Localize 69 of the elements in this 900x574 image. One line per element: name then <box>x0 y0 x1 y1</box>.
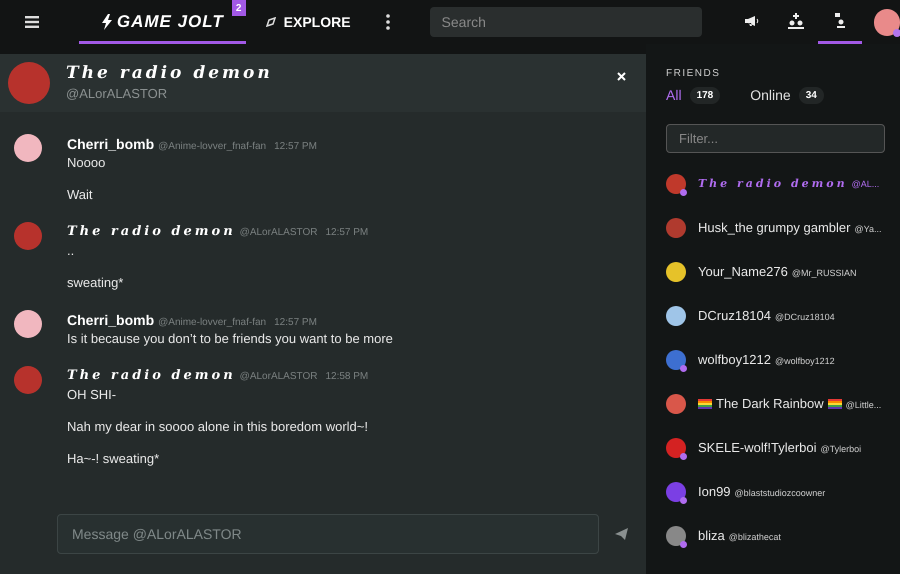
filter-field[interactable]: Filter... <box>666 124 885 153</box>
friend-item[interactable]: bliza @blizathecat <box>666 525 885 547</box>
user-avatar[interactable] <box>874 8 900 36</box>
chat-title: The radio demon <box>66 62 273 84</box>
send-icon[interactable] <box>615 528 628 540</box>
more-icon[interactable] <box>386 14 390 30</box>
author-name: Cherri_bomb <box>67 311 154 330</box>
author-handle: @Anime-lovver_fnaf-fan <box>158 316 266 330</box>
section-heading: FRIENDS <box>666 67 722 81</box>
count-badge: 178 <box>690 87 720 104</box>
message-text: .. <box>67 242 76 260</box>
author-name: The radio demon <box>67 367 236 385</box>
count-badge: 34 <box>798 87 824 104</box>
logo-text: GAME JOLT <box>116 11 224 34</box>
friend-handle: @Ya... <box>854 223 882 236</box>
notification-badge: 2 <box>232 0 246 16</box>
friend-name: Ion99 <box>698 483 731 502</box>
friend-item[interactable]: Ion99 @blaststudiozcoowner <box>666 481 885 503</box>
friend-handle: @blaststudiozcoowner <box>734 487 826 500</box>
friend-item[interactable]: Husk_the grumpy gambler @Ya... <box>666 217 885 239</box>
menu-icon[interactable] <box>25 16 39 28</box>
friend-name: bliza <box>698 527 725 546</box>
message-time: 12:58 PM <box>325 370 368 384</box>
message-text: Ha~-! sweating* <box>67 450 160 468</box>
message-text: sweating* <box>67 274 124 292</box>
friend-handle: @blizathecat <box>728 531 781 544</box>
friend-item[interactable]: DCruz18104 @DCruz18104 <box>666 305 885 327</box>
friend-name: SKELE-wolf!Tylerboi <box>698 439 816 458</box>
author-handle: @ALorALASTOR <box>240 226 318 240</box>
friend-name: Husk_the grumpy gambler <box>698 219 850 238</box>
friend-handle: @wolfboy1212 <box>775 355 835 368</box>
search-field[interactable]: Search <box>430 7 702 37</box>
friend-item[interactable]: The radio demon @AL... <box>666 173 885 195</box>
message-time: 12:57 PM <box>274 140 317 154</box>
friend-handle: @Mr_RUSSIAN <box>792 267 857 280</box>
friend-name: wolfboy1212 <box>698 351 771 370</box>
friend-item[interactable]: Your_Name276 @Mr_RUSSIAN <box>666 261 885 283</box>
author-name: The radio demon <box>67 223 236 241</box>
author-handle: @Anime-lovver_fnaf-fan <box>158 140 266 154</box>
author-name: Cherri_bomb <box>67 135 154 154</box>
message-time: 12:57 PM <box>274 316 317 330</box>
friend-item[interactable]: The Dark Rainbow @Little... <box>666 393 885 415</box>
author-handle: @ALorALASTOR <box>240 370 318 384</box>
friend-handle: @Tylerboi <box>820 443 862 456</box>
avatar <box>8 62 50 104</box>
friend-name: DCruz18104 <box>698 307 771 326</box>
message-text: Noooo <box>67 154 106 172</box>
bolt-icon <box>100 14 113 30</box>
friend-handle: @AL... <box>852 178 880 191</box>
message-text: Nah my dear in soooo alone in this boredom world~! <box>67 418 368 436</box>
friend-name: The Dark Rainbow <box>716 395 824 414</box>
friend-handle: @Little... <box>846 399 882 412</box>
friends-tab[interactable]: Online 34 <box>750 85 824 106</box>
rainbow-flag-icon <box>828 399 842 409</box>
explore-link[interactable]: EXPLORE <box>266 12 351 32</box>
message-text: Wait <box>67 186 94 204</box>
friends-tab[interactable]: All 178 <box>666 85 720 106</box>
friend-item[interactable]: wolfboy1212 @wolfboy1212 <box>666 349 885 371</box>
friend-name: Your_Name276 <box>698 263 788 282</box>
friend-name: The radio demon <box>698 176 848 192</box>
close-icon[interactable] <box>617 72 626 81</box>
chat-handle: @ALorALASTOR <box>66 85 168 104</box>
message-text: OH SHI- <box>67 386 118 404</box>
message-field[interactable]: Message @ALorALASTOR <box>57 514 599 554</box>
friend-handle: @DCruz18104 <box>775 311 835 324</box>
friend-item[interactable]: SKELE-wolf!Tylerboi @Tylerboi <box>666 437 885 459</box>
message-text: Is it because you don’t to be friends you want to be more <box>67 330 393 348</box>
message-time: 12:57 PM <box>325 226 368 240</box>
compass-icon <box>266 17 276 27</box>
